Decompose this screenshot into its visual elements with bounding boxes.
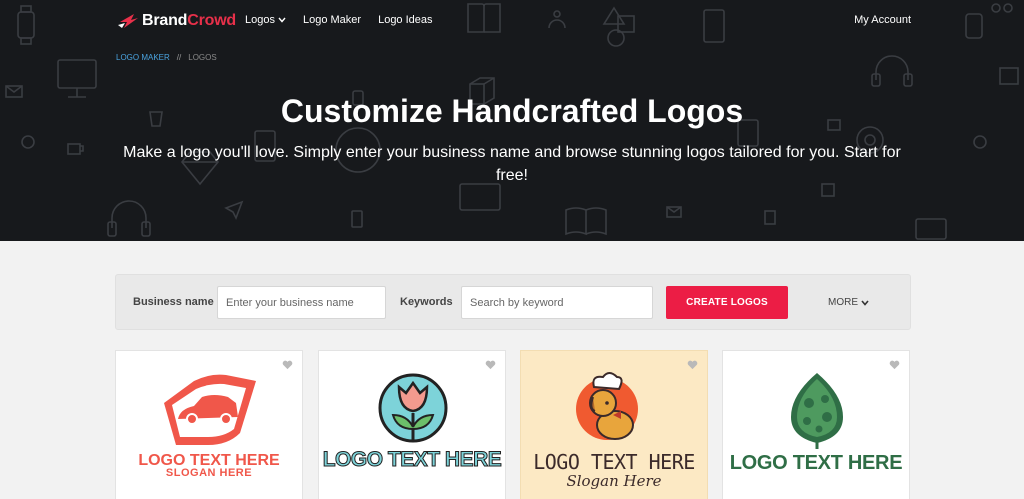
nav-item-logo-maker[interactable]: Logo Maker bbox=[303, 14, 361, 26]
nav-item-logos[interactable]: Logos bbox=[245, 14, 286, 26]
logo-text: LOGO TEXT HERE bbox=[729, 452, 903, 474]
nav-links: Logos Logo Maker Logo Ideas bbox=[245, 14, 450, 26]
logo-card[interactable]: LOGO TEXT HERE SLOGAN HERE bbox=[115, 350, 303, 499]
brandcrowd-logo[interactable]: BrandCrowd bbox=[116, 11, 236, 31]
more-filters-toggle[interactable]: MORE bbox=[828, 297, 869, 308]
create-logos-button[interactable]: CREATE LOGOS bbox=[666, 286, 788, 319]
hero-banner: BrandCrowd Logos Logo Maker Logo Ideas M… bbox=[0, 0, 1024, 241]
tulip-icon bbox=[378, 373, 448, 443]
logo-text: LOGO TEXT HERE bbox=[533, 450, 695, 474]
breadcrumb-current: LOGOS bbox=[188, 53, 217, 62]
logo-card[interactable]: LOGO TEXT HERE bbox=[318, 350, 506, 499]
logo-text: LOGO TEXT HERE bbox=[322, 448, 502, 472]
chevron-down-icon bbox=[278, 17, 286, 23]
leaf-icon bbox=[791, 373, 843, 449]
logo-card[interactable]: LOGO TEXT HERE Slogan Here bbox=[520, 350, 708, 499]
logo-brand-text: Brand bbox=[142, 12, 188, 29]
breadcrumb-separator: // bbox=[176, 53, 182, 62]
business-name-label: Business name bbox=[133, 296, 214, 308]
chevron-down-icon bbox=[861, 299, 869, 306]
business-name-input[interactable] bbox=[217, 286, 386, 319]
logo-card[interactable]: LOGO TEXT HERE bbox=[722, 350, 910, 499]
nav-item-logo-maker-label: Logo Maker bbox=[302, 14, 362, 26]
top-navigation: BrandCrowd Logos Logo Maker Logo Ideas M… bbox=[0, 0, 1024, 42]
my-account-link[interactable]: My Account bbox=[854, 14, 911, 26]
nav-item-logo-ideas-label: Logo Ideas bbox=[378, 14, 433, 26]
more-label: MORE bbox=[828, 297, 858, 308]
slogan-text: Slogan Here bbox=[566, 472, 662, 490]
page-subtitle: Make a logo you'll love. Simply enter yo… bbox=[123, 144, 901, 184]
breadcrumb-logo-maker[interactable]: LOGO MAKER bbox=[116, 53, 170, 62]
logo-search-bar: Business name Keywords CREATE LOGOS MORE bbox=[115, 274, 911, 330]
page-title: Customize Handcrafted Logos bbox=[280, 93, 744, 129]
logo-crowd-text: Crowd bbox=[187, 12, 237, 29]
keywords-input[interactable] bbox=[461, 286, 653, 319]
nav-item-logos-label: Logos bbox=[245, 14, 275, 26]
nav-item-logo-ideas[interactable]: Logo Ideas bbox=[378, 14, 432, 26]
slogan-text: SLOGAN HERE bbox=[165, 467, 253, 479]
keywords-label: Keywords bbox=[400, 296, 453, 308]
brandcrowd-logo-icon bbox=[118, 14, 138, 28]
breadcrumb: LOGO MAKER // LOGOS bbox=[116, 53, 217, 62]
